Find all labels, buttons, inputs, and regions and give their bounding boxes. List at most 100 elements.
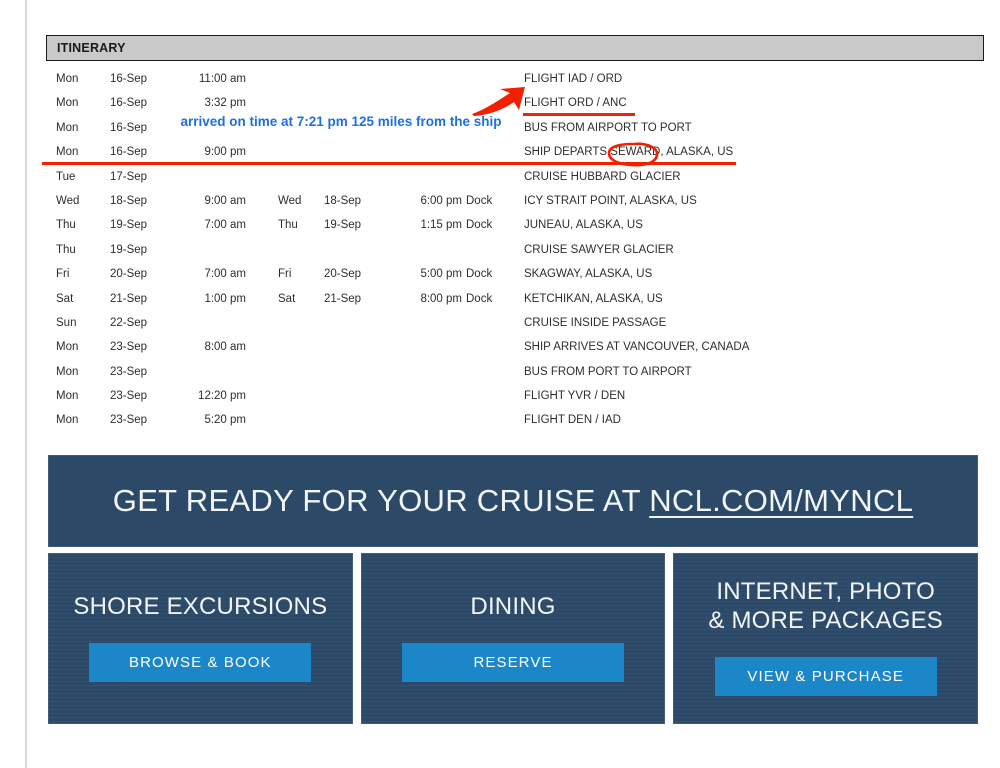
page-right-edge bbox=[985, 0, 1000, 768]
itin-cell-description: FLIGHT ORD / ANC bbox=[524, 97, 627, 110]
itin-cell-day-depart: Mon bbox=[56, 146, 79, 159]
itin-cell-day-arrive: Fri bbox=[278, 268, 292, 281]
itin-cell-dock: Dock bbox=[466, 219, 493, 232]
itinerary-row: Mon 23-Sep 12:20 pm FLIGHT YVR / DEN bbox=[46, 387, 984, 411]
promo-card-title: SHORE EXCURSIONS bbox=[73, 592, 328, 620]
itin-cell-description: FLIGHT DEN / IAD bbox=[524, 414, 621, 427]
itin-cell-date-depart: 19-Sep bbox=[110, 219, 148, 232]
itin-cell-date-arrive: 21-Sep bbox=[324, 292, 362, 305]
itinerary-row: Mon 23-Sep 5:20 pm FLIGHT DEN / IAD bbox=[46, 411, 984, 435]
itin-cell-day-depart: Mon bbox=[56, 341, 79, 354]
itin-cell-time-depart: 9:00 am bbox=[204, 194, 246, 207]
itin-cell-description: SKAGWAY, ALASKA, US bbox=[524, 268, 653, 281]
itin-cell-date-depart: 16-Sep bbox=[110, 97, 148, 110]
itin-cell-date-arrive: 20-Sep bbox=[324, 268, 362, 281]
promo-banner-link[interactable]: NCL.COM/MYNCL bbox=[649, 483, 913, 518]
itin-cell-date-depart: 23-Sep bbox=[110, 341, 148, 354]
itinerary-row: Mon 23-Sep BUS FROM PORT TO AIRPORT bbox=[46, 363, 984, 387]
itin-cell-time-arrive: 5:00 pm bbox=[420, 268, 462, 281]
itin-cell-date-depart: 19-Sep bbox=[110, 243, 148, 256]
itinerary-row: Wed 18-Sep 9:00 am Wed 18-Sep 6:00 pm Dock ICY … bbox=[46, 192, 984, 216]
itin-cell-date-depart: 20-Sep bbox=[110, 268, 148, 281]
itin-cell-time-depart: 3:32 pm bbox=[204, 97, 246, 110]
itin-cell-description: SHIP DEPARTS SEWARD, ALASKA, US bbox=[524, 146, 734, 159]
itin-cell-time-depart: 5:20 pm bbox=[204, 414, 246, 427]
itin-cell-day-depart: Mon bbox=[56, 390, 79, 403]
promo-card-button[interactable]: RESERVE bbox=[402, 642, 624, 682]
itinerary-row: Sun 22-Sep CRUISE INSIDE PASSAGE bbox=[46, 314, 984, 338]
itin-cell-time-depart: 11:00 am bbox=[198, 73, 246, 85]
promo-card-title: INTERNET, PHOTO & MORE PACKAGES bbox=[708, 578, 943, 634]
itin-cell-description: FLIGHT YVR / DEN bbox=[524, 390, 626, 403]
itinerary-row: Sat 21-Sep 1:00 pm Sat 21-Sep 8:00 pm Dock KETC… bbox=[46, 290, 984, 314]
itin-cell-description: JUNEAU, ALASKA, US bbox=[524, 219, 643, 232]
itin-cell-day-arrive: Thu bbox=[278, 219, 298, 232]
itin-cell-date-depart: 16-Sep bbox=[110, 73, 148, 85]
itin-cell-day-depart: Mon bbox=[56, 73, 79, 85]
itin-cell-time-depart: 7:00 am bbox=[204, 268, 246, 281]
itin-cell-day-depart: Mon bbox=[56, 365, 79, 378]
promo-banner-lead: GET READY FOR YOUR CRUISE AT bbox=[112, 483, 650, 518]
itin-cell-description: CRUISE HUBBARD GLACIER bbox=[524, 170, 681, 183]
annotation-circle-seward bbox=[606, 142, 660, 167]
itin-cell-day-depart: Thu bbox=[56, 219, 76, 232]
itin-cell-date-depart: 22-Sep bbox=[110, 316, 148, 329]
itin-cell-description: KETCHIKAN, ALASKA, US bbox=[524, 292, 663, 305]
promo-card: INTERNET, PHOTO & MORE PACKAGES VIEW & PU… bbox=[673, 553, 979, 724]
promo-card-title: DINING bbox=[470, 592, 556, 620]
itin-cell-day-depart: Fri bbox=[56, 268, 70, 281]
itin-cell-day-depart: Sat bbox=[56, 292, 74, 305]
itin-cell-date-depart: 21-Sep bbox=[110, 292, 148, 305]
itin-cell-day-depart: Wed bbox=[56, 194, 80, 207]
itin-cell-date-depart: 23-Sep bbox=[110, 365, 148, 378]
promo-banner: GET READY FOR YOUR CRUISE AT NCL.COM/MYN… bbox=[48, 455, 978, 547]
itin-cell-time-depart: 9:00 pm bbox=[204, 146, 246, 159]
itinerary-section-title: ITINERARY bbox=[57, 41, 126, 55]
itin-cell-day-depart: Thu bbox=[56, 243, 76, 256]
itin-cell-day-arrive: Sat bbox=[278, 292, 296, 305]
itin-cell-date-depart: 23-Sep bbox=[110, 390, 148, 403]
itin-cell-time-arrive: 1:15 pm bbox=[420, 219, 462, 232]
annotation-underline-flight bbox=[523, 113, 635, 116]
itinerary-row: Fri 20-Sep 7:00 am Fri 20-Sep 5:00 pm Dock SKAG… bbox=[46, 265, 984, 289]
promo-banner-text: GET READY FOR YOUR CRUISE AT NCL.COM/MYN… bbox=[113, 483, 913, 519]
itinerary-section-header: ITINERARY bbox=[46, 35, 984, 61]
itin-cell-date-depart: 23-Sep bbox=[110, 414, 148, 427]
itin-cell-time-depart: 12:20 pm bbox=[198, 390, 246, 403]
itin-cell-dock: Dock bbox=[466, 292, 493, 305]
itin-cell-time-depart: 1:00 pm bbox=[204, 292, 246, 305]
itin-cell-date-depart: 18-Sep bbox=[110, 194, 148, 207]
itinerary-row: Thu 19-Sep 7:00 am Thu 19-Sep 1:15 pm Dock JUNE… bbox=[46, 216, 984, 240]
itin-cell-time-depart: 8:00 am bbox=[204, 341, 246, 354]
itin-cell-dock: Dock bbox=[466, 194, 493, 207]
promo-card-button[interactable]: BROWSE & BOOK bbox=[89, 642, 312, 682]
itin-cell-description: FLIGHT IAD / ORD bbox=[524, 73, 623, 85]
itin-cell-date-depart: 16-Sep bbox=[110, 121, 148, 134]
itinerary-row: Thu 19-Sep CRUISE SAWYER GLACIER bbox=[46, 241, 984, 265]
itin-cell-dock: Dock bbox=[466, 268, 493, 281]
itin-cell-description: CRUISE SAWYER GLACIER bbox=[524, 243, 674, 256]
itin-cell-day-depart: Mon bbox=[56, 121, 79, 134]
itinerary-row: Tue 17-Sep CRUISE HUBBARD GLACIER bbox=[46, 168, 984, 192]
itin-cell-day-depart: Mon bbox=[56, 97, 79, 110]
itin-cell-description: BUS FROM PORT TO AIRPORT bbox=[524, 365, 692, 378]
promo-card: SHORE EXCURSIONS BROWSE & BOOK bbox=[48, 553, 353, 724]
itin-cell-day-depart: Tue bbox=[56, 170, 76, 183]
itin-cell-description: ICY STRAIT POINT, ALASKA, US bbox=[524, 194, 697, 207]
itin-cell-date-arrive: 19-Sep bbox=[324, 219, 362, 232]
promo-card: DINING RESERVE bbox=[360, 553, 666, 724]
itin-cell-date-depart: 16-Sep bbox=[110, 146, 148, 159]
itinerary-row: Mon 23-Sep 8:00 am SHIP ARRIVES AT VANCOUVE… bbox=[46, 338, 984, 362]
itin-cell-time-depart: 7:00 am bbox=[204, 219, 246, 232]
itin-cell-description: CRUISE INSIDE PASSAGE bbox=[524, 316, 667, 329]
promo-card-button[interactable]: VIEW & PURCHASE bbox=[714, 657, 937, 696]
promo-cards-row: SHORE EXCURSIONS BROWSE & BOOK DINING RESER… bbox=[48, 553, 979, 724]
itin-cell-date-depart: 17-Sep bbox=[110, 170, 148, 183]
itin-cell-day-depart: Mon bbox=[56, 414, 79, 427]
itin-cell-date-arrive: 18-Sep bbox=[324, 194, 362, 207]
itin-cell-time-arrive: 6:00 pm bbox=[420, 194, 462, 207]
itin-cell-day-arrive: Wed bbox=[278, 194, 302, 207]
annotation-note-text: arrived on time at 7:21 pm 125 miles fro… bbox=[180, 114, 502, 129]
itin-cell-day-depart: Sun bbox=[56, 316, 77, 329]
itin-cell-time-arrive: 8:00 pm bbox=[420, 292, 462, 305]
